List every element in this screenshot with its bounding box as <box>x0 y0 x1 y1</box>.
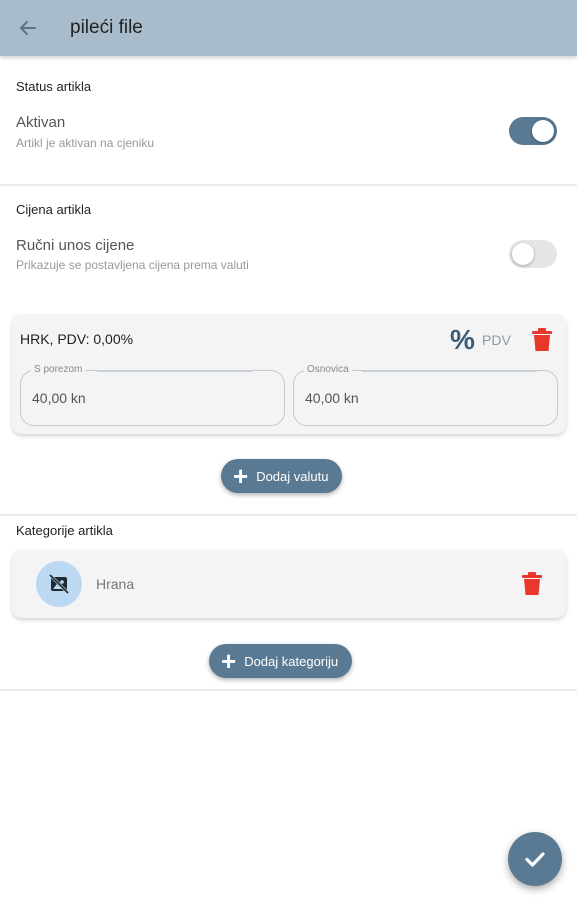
status-section-title: Status artikla <box>16 79 92 94</box>
pdv-button[interactable]: PDV <box>482 332 511 348</box>
manual-price-toggle[interactable] <box>509 240 557 268</box>
category-item: Hrana <box>12 550 566 618</box>
app-bar: pileći file <box>0 0 577 56</box>
divider <box>0 689 577 691</box>
plus-icon: + <box>233 461 249 491</box>
field-outline <box>362 370 537 372</box>
price-section-title: Cijena artikla <box>16 202 92 217</box>
trash-icon <box>522 572 542 595</box>
save-fab-button[interactable] <box>508 832 562 886</box>
divider <box>0 514 577 516</box>
page-title: pileći file <box>70 17 143 38</box>
check-icon <box>525 852 545 867</box>
base-price-value: 40,00 kn <box>305 390 359 406</box>
add-currency-button[interactable]: + Dodaj valutu <box>221 459 343 493</box>
active-description: Artikl je aktivan na cjeniku <box>16 136 155 150</box>
active-label: Aktivan <box>16 114 66 131</box>
delete-currency-button[interactable] <box>531 328 553 357</box>
categories-section-title: Kategorije artikla <box>16 523 113 538</box>
no-image-icon <box>48 573 70 595</box>
add-currency-label: Dodaj valutu <box>256 468 329 484</box>
add-category-label: Dodaj kategoriju <box>244 653 339 669</box>
base-price-field[interactable]: Osnovica 40,00 kn <box>293 364 558 426</box>
toggle-knob <box>532 120 554 142</box>
toggle-knob <box>512 243 534 265</box>
base-price-label: Osnovica <box>304 364 352 375</box>
delete-category-button[interactable] <box>521 572 543 601</box>
plus-icon: + <box>221 646 237 676</box>
category-name: Hrana <box>96 576 135 592</box>
arrow-left-icon <box>20 21 36 35</box>
category-avatar <box>36 561 82 607</box>
divider <box>0 184 577 186</box>
currency-label: HRK, PDV: 0,00% <box>20 331 134 347</box>
active-toggle[interactable] <box>509 117 557 145</box>
with-tax-value: 40,00 kn <box>32 390 86 406</box>
back-button[interactable] <box>0 0 56 56</box>
trash-icon <box>532 328 552 351</box>
with-tax-field[interactable]: S porezom 40,00 kn <box>20 364 285 426</box>
percent-icon[interactable]: % <box>450 324 475 356</box>
add-category-button[interactable]: + Dodaj kategoriju <box>209 644 353 678</box>
manual-price-description: Prikazuje se postavljena cijena prema va… <box>16 258 249 272</box>
currency-card: HRK, PDV: 0,00% % PDV S porezom 40,00 kn… <box>12 314 566 434</box>
field-outline <box>97 370 252 372</box>
with-tax-label: S porezom <box>31 364 86 375</box>
manual-price-label: Ručni unos cijene <box>16 237 135 254</box>
